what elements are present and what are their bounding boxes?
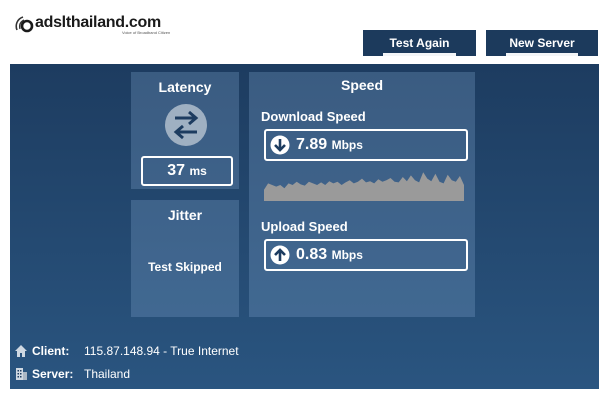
download-arrow-icon xyxy=(270,135,290,155)
upload-arrow-icon xyxy=(270,245,290,265)
arrows-exchange-icon xyxy=(165,104,207,146)
upload-speed-readout: 0.83 Mbps xyxy=(296,246,363,264)
jitter-title: Jitter xyxy=(167,207,203,223)
download-speed-label: Download Speed xyxy=(261,109,366,124)
speed-title: Speed xyxy=(340,77,383,93)
download-speed-box: 7.89 Mbps xyxy=(264,129,468,161)
new-server-button[interactable]: New Server xyxy=(486,30,598,56)
home-icon xyxy=(15,345,27,357)
server-label: Server: xyxy=(32,367,74,381)
client-label: Client: xyxy=(32,344,70,358)
upload-speed-value: 0.83 xyxy=(296,246,328,263)
building-icon xyxy=(16,368,27,380)
logo-mark-icon xyxy=(15,16,34,33)
latency-unit: ms xyxy=(189,164,207,178)
results-panel: Latency 37 ms Jitter Test Skipped Speed … xyxy=(10,64,599,389)
latency-value: 37 xyxy=(167,162,185,179)
client-info: Client: 115.87.148.94 - True Internet xyxy=(14,344,239,358)
latency-title: Latency xyxy=(158,79,212,95)
download-speed-graph xyxy=(264,172,464,201)
download-speed-value: 7.89 xyxy=(296,136,328,153)
upload-speed-unit: Mbps xyxy=(331,248,363,262)
download-speed-readout: 7.89 Mbps xyxy=(296,136,363,154)
logo-tagline: Voice of Broadband Citizen xyxy=(122,30,171,35)
upload-speed-box: 0.83 Mbps xyxy=(264,239,468,271)
latency-value-box: 37 ms xyxy=(141,156,233,186)
server-value: Thailand xyxy=(84,367,131,381)
latency-card: Latency 37 ms xyxy=(131,72,239,189)
jitter-status: Test Skipped xyxy=(148,260,222,274)
logo: adslthailand.com Voice of Broadband Citi… xyxy=(14,14,170,36)
test-again-button[interactable]: Test Again xyxy=(363,30,476,56)
jitter-card: Jitter Test Skipped xyxy=(131,200,239,317)
client-value: 115.87.148.94 - True Internet xyxy=(84,344,239,358)
upload-speed-label: Upload Speed xyxy=(261,219,348,234)
server-info: Server: Thailand xyxy=(14,367,130,381)
download-speed-unit: Mbps xyxy=(331,138,363,152)
speed-card: Speed Download Speed 7.89 Mbps Upload Sp… xyxy=(249,72,475,317)
download-graph-area xyxy=(264,172,464,201)
